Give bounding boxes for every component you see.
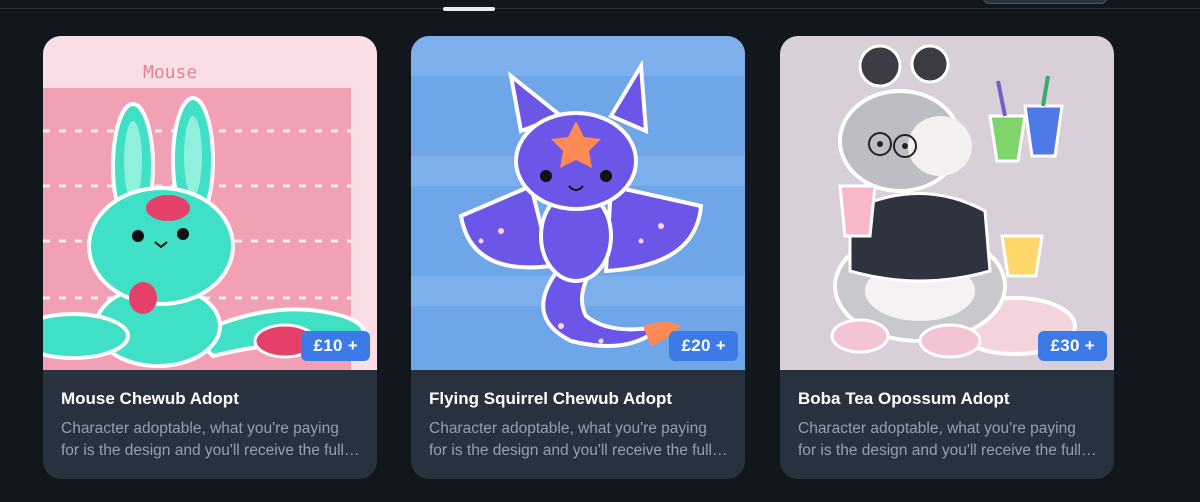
listing-description: Character adoptable, what you're paying …	[798, 420, 1081, 459]
price-badge: £30 +	[1038, 331, 1107, 361]
top-divider	[0, 8, 1200, 9]
active-tab-indicator	[443, 7, 495, 11]
listing-image[interactable]: £30 +	[780, 36, 1114, 370]
listing-image[interactable]: £20 +	[411, 36, 745, 370]
listing-title[interactable]: Flying Squirrel Chewub Adopt	[429, 388, 729, 410]
listing-image[interactable]: Mouse £10 +	[43, 36, 377, 370]
listing-card-boba-tea-opossum[interactable]: £30 + Boba Tea Opossum Adopt Character a…	[780, 36, 1114, 479]
listing-description: Character adoptable, what you're paying …	[429, 420, 712, 459]
listing-title[interactable]: Mouse Chewub Adopt	[61, 388, 361, 410]
price-badge: £20 +	[669, 331, 738, 361]
top-button[interactable]	[983, 0, 1107, 4]
listing-card-mouse-chewub[interactable]: Mouse £10 + Mouse Chewub Adopt Character…	[43, 36, 377, 479]
listing-card-flying-squirrel-chewub[interactable]: £20 + Flying Squirrel Chewub Adopt Chara…	[411, 36, 745, 479]
listing-description: Character adoptable, what you're paying …	[61, 420, 344, 459]
listing-title[interactable]: Boba Tea Opossum Adopt	[798, 388, 1098, 410]
price-badge: £10 +	[301, 331, 370, 361]
art-caption: Mouse	[143, 62, 197, 83]
